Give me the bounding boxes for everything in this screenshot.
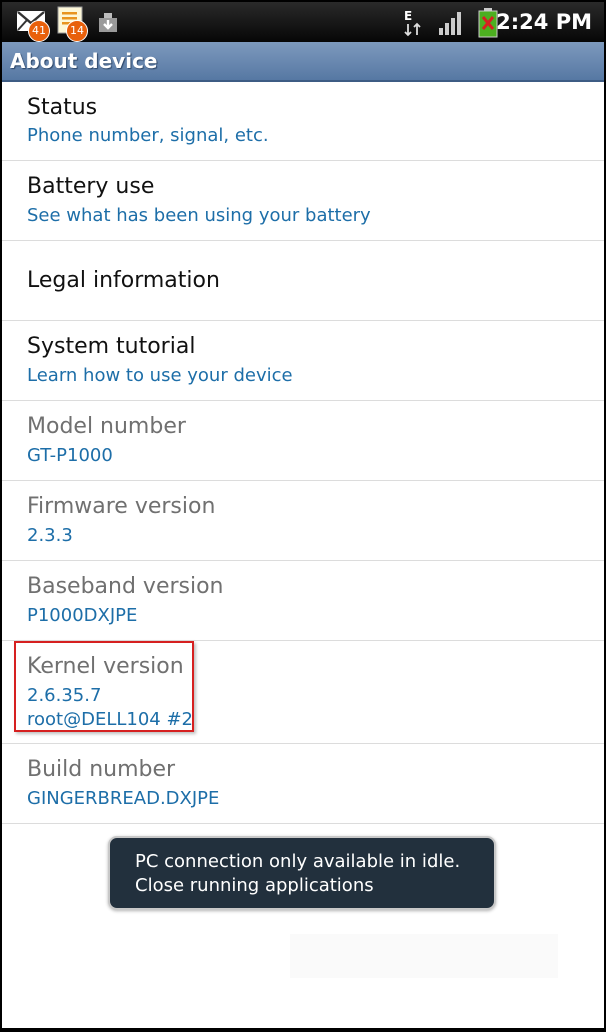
title-bar: About device <box>2 42 604 82</box>
item-value: GINGERBREAD.DXJPE <box>27 788 220 809</box>
faded-area <box>290 934 558 978</box>
toast-message: PC connection only available in idle. Cl… <box>108 836 496 910</box>
message-count-badge: 14 <box>66 20 88 42</box>
item-title: Baseband version <box>27 574 224 599</box>
item-title: Firmware version <box>27 494 216 519</box>
item-subtitle: See what has been using your battery <box>27 205 371 226</box>
item-value: P1000DXJPE <box>27 605 138 626</box>
item-subtitle: Learn how to use your device <box>27 365 293 386</box>
edge-data-icon: E <box>402 9 426 41</box>
item-value: GT-P1000 <box>27 445 113 466</box>
toast-line-1: PC connection only available in idle. <box>135 851 461 872</box>
list-item-battery-use[interactable]: Battery use See what has been using your… <box>2 161 604 241</box>
list-item-legal-information[interactable]: Legal information <box>2 241 604 321</box>
list-item-system-tutorial[interactable]: System tutorial Learn how to use your de… <box>2 321 604 401</box>
list-item-model-number: Model number GT-P1000 <box>2 401 604 481</box>
item-title: Legal information <box>27 268 220 293</box>
item-value: 2.3.3 <box>27 525 73 546</box>
message-icon[interactable]: 14 <box>56 5 88 42</box>
signal-icon <box>438 10 464 40</box>
mail-count-badge: 41 <box>28 20 50 42</box>
list-item-status[interactable]: Status Phone number, signal, etc. <box>2 82 604 161</box>
page-title: About device <box>10 49 158 73</box>
battery-icon <box>478 8 498 42</box>
screen: 41 14 E 2:24 PM About device Status Phon… <box>2 2 604 1028</box>
item-title: Model number <box>27 414 186 439</box>
item-title: Status <box>27 95 98 120</box>
download-icon[interactable] <box>96 10 120 38</box>
mail-icon[interactable]: 41 <box>16 8 50 42</box>
clock: 2:24 PM <box>496 10 592 34</box>
list-item-build-number: Build number GINGERBREAD.DXJPE <box>2 744 604 824</box>
item-title: Battery use <box>27 174 155 199</box>
list-item-firmware-version: Firmware version 2.3.3 <box>2 481 604 561</box>
item-subtitle: Phone number, signal, etc. <box>27 125 269 146</box>
item-title: System tutorial <box>27 334 196 359</box>
svg-text:E: E <box>404 9 412 23</box>
list-item-baseband-version: Baseband version P1000DXJPE <box>2 561 604 641</box>
kernel-version-highlight <box>14 641 194 732</box>
toast-line-2: Close running applications <box>135 875 374 896</box>
item-title: Build number <box>27 757 176 782</box>
status-bar: 41 14 E 2:24 PM <box>2 2 604 42</box>
